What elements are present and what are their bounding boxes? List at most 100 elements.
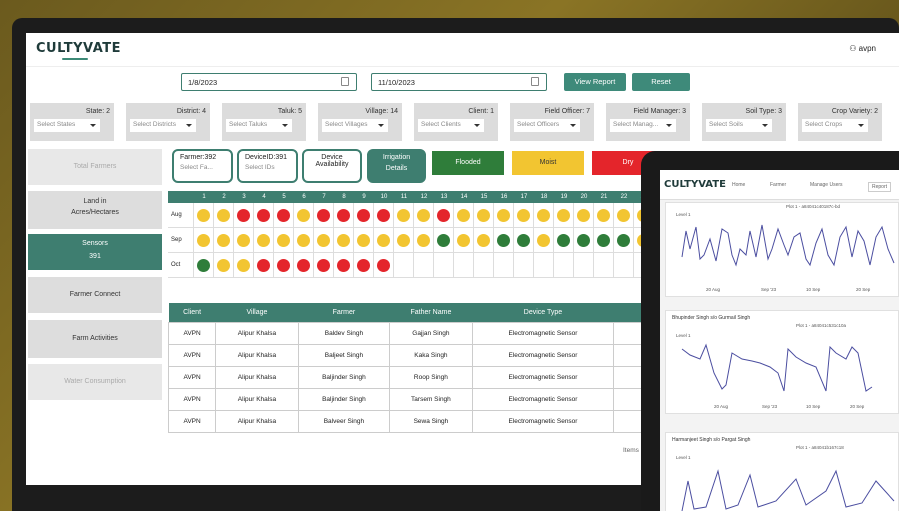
moisture-status-dot[interactable]: [257, 234, 270, 247]
moisture-status-dot[interactable]: [557, 234, 570, 247]
moisture-status-dot[interactable]: [277, 259, 290, 272]
sidebar-farm-activities[interactable]: Farm Activities: [28, 320, 162, 358]
moisture-status-dot[interactable]: [277, 209, 290, 222]
table-cell: Alipur Khalsa: [215, 321, 299, 345]
moisture-status-dot[interactable]: [357, 259, 370, 272]
irrigation-details-button[interactable]: Irrigation Details: [367, 149, 426, 183]
calendar-icon[interactable]: [531, 77, 539, 86]
view-report-button[interactable]: View Report: [564, 73, 626, 91]
column-header[interactable]: Village: [215, 303, 299, 322]
moisture-status-dot[interactable]: [217, 259, 230, 272]
moisture-status-dot[interactable]: [297, 259, 310, 272]
day-cell: [274, 203, 294, 227]
moisture-status-dot[interactable]: [317, 209, 330, 222]
reset-button[interactable]: Reset: [632, 73, 690, 91]
filter-dropdown[interactable]: Select Soils: [706, 119, 772, 132]
moisture-status-dot[interactable]: [237, 209, 250, 222]
day-cell: [614, 203, 634, 227]
moisture-status-dot[interactable]: [617, 234, 630, 247]
moisture-status-dot[interactable]: [237, 234, 250, 247]
moisture-status-dot[interactable]: [437, 234, 450, 247]
filter-4: Client: 1 Select Clients: [414, 103, 498, 141]
filter-dropdown[interactable]: Select Districts: [130, 119, 196, 132]
day-cell: [214, 203, 234, 227]
moisture-status-dot[interactable]: [477, 209, 490, 222]
moisture-status-dot[interactable]: [337, 259, 350, 272]
moisture-status-dot[interactable]: [457, 234, 470, 247]
moisture-status-dot[interactable]: [377, 234, 390, 247]
filter-dropdown[interactable]: Select Manag...: [610, 119, 676, 132]
user-menu[interactable]: ⚇ avpn: [849, 44, 876, 53]
moisture-status-dot[interactable]: [217, 209, 230, 222]
filter-dropdown[interactable]: Select States: [34, 119, 100, 132]
filter-dropdown[interactable]: Select Villages: [322, 119, 388, 132]
filter-1: District: 4 Select Districts: [126, 103, 210, 141]
nav-report[interactable]: Report: [868, 182, 892, 192]
day-cell: [354, 253, 374, 277]
sidebar-land[interactable]: Land in Acres/Hectares: [28, 191, 162, 229]
sidebar-water-consumption[interactable]: Water Consumption: [28, 364, 162, 400]
moisture-status-dot[interactable]: [417, 234, 430, 247]
end-date-input[interactable]: 11/10/2023: [371, 73, 547, 91]
moisture-status-dot[interactable]: [197, 209, 210, 222]
device-selector[interactable]: DeviceID:391 Select IDs: [237, 149, 298, 183]
sidebar-farmer-connect[interactable]: Farmer Connect: [28, 277, 162, 313]
moisture-status-dot[interactable]: [337, 234, 350, 247]
calendar-icon[interactable]: [341, 77, 349, 86]
moisture-line-chart: [681, 469, 895, 511]
moisture-status-dot[interactable]: [317, 259, 330, 272]
moisture-status-dot[interactable]: [397, 234, 410, 247]
moisture-status-dot[interactable]: [357, 234, 370, 247]
device-availability-button[interactable]: Device Availability: [302, 149, 362, 183]
filter-dropdown[interactable]: Select Taluks: [226, 119, 292, 132]
moisture-status-dot[interactable]: [537, 234, 550, 247]
nav-farmer[interactable]: Farmer: [770, 182, 786, 188]
moisture-status-dot[interactable]: [257, 259, 270, 272]
moisture-status-dot[interactable]: [317, 234, 330, 247]
moisture-status-dot[interactable]: [537, 209, 550, 222]
moisture-status-dot[interactable]: [597, 234, 610, 247]
moisture-status-dot[interactable]: [497, 234, 510, 247]
moisture-status-dot[interactable]: [577, 209, 590, 222]
moisture-status-dot[interactable]: [217, 234, 230, 247]
moisture-status-dot[interactable]: [517, 234, 530, 247]
moisture-status-dot[interactable]: [517, 209, 530, 222]
moisture-status-dot[interactable]: [397, 209, 410, 222]
farmer-selector[interactable]: Farmer:392 Select Fa...: [172, 149, 233, 183]
moisture-status-dot[interactable]: [597, 209, 610, 222]
moisture-status-dot[interactable]: [417, 209, 430, 222]
moisture-status-dot[interactable]: [497, 209, 510, 222]
start-date-input[interactable]: 1/8/2023: [181, 73, 357, 91]
moisture-status-dot[interactable]: [557, 209, 570, 222]
moisture-status-dot[interactable]: [257, 209, 270, 222]
moisture-status-dot[interactable]: [237, 259, 250, 272]
moisture-status-dot[interactable]: [377, 209, 390, 222]
sidebar-total-farmers[interactable]: Total Farmers: [28, 149, 162, 185]
moisture-status-dot[interactable]: [357, 209, 370, 222]
filter-dropdown[interactable]: Select Clients: [418, 119, 484, 132]
moisture-status-dot[interactable]: [377, 259, 390, 272]
moisture-status-dot[interactable]: [457, 209, 470, 222]
filter-dropdown[interactable]: Select Officers: [514, 119, 580, 132]
filter-dropdown[interactable]: Select Crops: [802, 119, 868, 132]
moisture-status-dot[interactable]: [477, 234, 490, 247]
moisture-status-dot[interactable]: [437, 209, 450, 222]
irrigation-line2: Details: [385, 165, 408, 172]
nav-manage-users[interactable]: Manage Users: [810, 182, 843, 188]
column-header[interactable]: Client: [168, 303, 216, 322]
sidebar-sensors[interactable]: Sensors 391: [28, 234, 162, 270]
moisture-status-dot[interactable]: [297, 234, 310, 247]
nav-home[interactable]: Home: [732, 182, 745, 188]
moisture-status-dot[interactable]: [197, 234, 210, 247]
moisture-status-dot[interactable]: [277, 234, 290, 247]
column-header[interactable]: Farmer: [298, 303, 390, 322]
moisture-status-dot[interactable]: [337, 209, 350, 222]
day-header: 10: [380, 194, 388, 200]
moisture-status-dot[interactable]: [577, 234, 590, 247]
moisture-status-dot[interactable]: [297, 209, 310, 222]
column-header[interactable]: Father Name: [389, 303, 473, 322]
day-header: 18: [540, 194, 548, 200]
moisture-status-dot[interactable]: [197, 259, 210, 272]
moisture-status-dot[interactable]: [617, 209, 630, 222]
column-header[interactable]: Device Type: [472, 303, 614, 322]
